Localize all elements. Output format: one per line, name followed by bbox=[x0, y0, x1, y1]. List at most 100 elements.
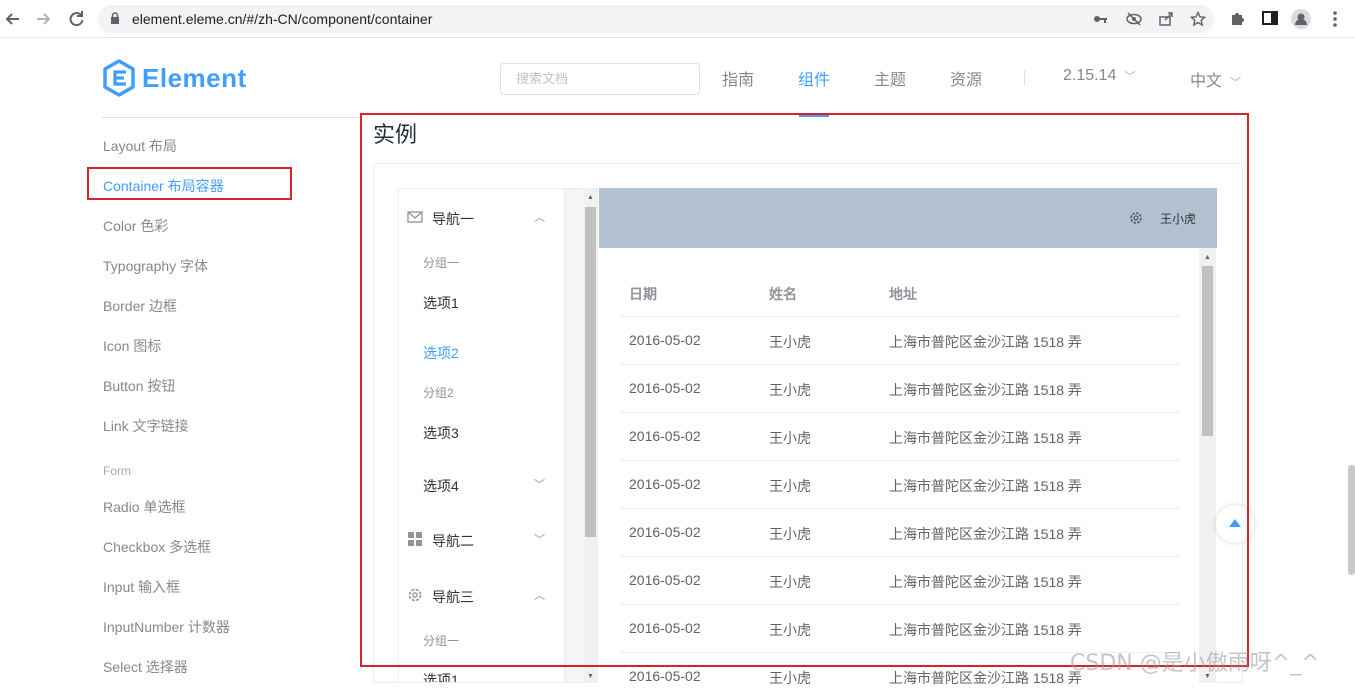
setting-icon bbox=[407, 587, 423, 603]
reload-icon[interactable] bbox=[66, 9, 86, 29]
nav-divider bbox=[1024, 70, 1025, 86]
menu-item-1[interactable]: 选项1 bbox=[423, 293, 459, 313]
demo-header: 王小虎 bbox=[599, 188, 1217, 248]
logo-text: Element bbox=[142, 62, 247, 93]
aside-scroll-thumb[interactable] bbox=[585, 207, 596, 537]
cell-address: 上海市普陀区金沙江路 1518 弄 bbox=[889, 622, 1082, 638]
header-divider bbox=[102, 117, 360, 118]
cell-date: 2016-05-02 bbox=[629, 476, 701, 492]
header-username: 王小虎 bbox=[1160, 212, 1197, 226]
nav-resource[interactable]: 资源 bbox=[950, 66, 982, 90]
scroll-down-icon[interactable]: ▼ bbox=[587, 673, 594, 680]
forward-arrow-icon[interactable] bbox=[33, 9, 53, 29]
share-icon[interactable] bbox=[1158, 11, 1174, 27]
table-divider bbox=[619, 364, 1180, 365]
version-select[interactable]: 2.15.14 ﹀ bbox=[1063, 67, 1135, 85]
demo-main: 日期 姓名 地址 2016-05-02 王小虎 上海市普陀区金沙江路 1518 … bbox=[599, 248, 1217, 686]
cell-date: 2016-05-02 bbox=[629, 668, 701, 684]
cell-date: 2016-05-02 bbox=[629, 620, 701, 636]
menu-item-4-label: 选项4 bbox=[423, 478, 459, 494]
table-divider bbox=[619, 460, 1180, 461]
back-arrow-icon[interactable] bbox=[3, 9, 23, 29]
page-scrollbar[interactable] bbox=[1348, 465, 1355, 575]
cell-date: 2016-05-02 bbox=[629, 380, 701, 396]
menu-item-3[interactable]: 选项3 bbox=[423, 423, 459, 443]
more-icon[interactable] bbox=[1325, 9, 1345, 29]
menu-nav1-label: 导航一 bbox=[432, 211, 474, 227]
search-input[interactable]: 搜索文档 bbox=[500, 63, 700, 95]
sidebar-item-typography[interactable]: Typography 字体 bbox=[103, 256, 208, 276]
menu-group-1: 分组一 bbox=[423, 256, 460, 270]
sidebar-item-color[interactable]: Color 色彩 bbox=[103, 216, 168, 236]
cell-date: 2016-05-02 bbox=[629, 524, 701, 540]
chevron-up-icon: ︿ bbox=[534, 590, 545, 602]
puzzle-icon[interactable] bbox=[1228, 9, 1248, 29]
cell-name: 王小虎 bbox=[769, 526, 811, 542]
language-select[interactable]: 中文 ﹀ bbox=[1190, 67, 1241, 91]
setting-icon[interactable] bbox=[1129, 211, 1143, 225]
element-logo[interactable]: Element bbox=[102, 58, 247, 98]
star-icon[interactable] bbox=[1189, 10, 1207, 27]
lock-icon bbox=[111, 12, 119, 24]
back-to-top-button[interactable] bbox=[1216, 505, 1254, 543]
column-header-name: 姓名 bbox=[769, 286, 797, 302]
key-icon[interactable] bbox=[1092, 11, 1108, 27]
cell-address: 上海市普陀区金沙江路 1518 弄 bbox=[889, 430, 1082, 446]
cell-address: 上海市普陀区金沙江路 1518 弄 bbox=[889, 478, 1082, 494]
menu-item-5[interactable]: 选项1 bbox=[423, 670, 459, 682]
cell-name: 王小虎 bbox=[769, 334, 811, 350]
sidebar-group-form: Form bbox=[103, 464, 131, 478]
sidebar-item-checkbox[interactable]: Checkbox 多选框 bbox=[103, 537, 211, 557]
scroll-up-icon[interactable]: ▲ bbox=[587, 194, 594, 201]
nav-guide[interactable]: 指南 bbox=[722, 66, 754, 90]
sidebar-item-inputnumber[interactable]: InputNumber 计数器 bbox=[103, 617, 230, 637]
active-nav-indicator bbox=[799, 115, 829, 117]
cell-name: 王小虎 bbox=[769, 382, 811, 398]
menu-nav3-label: 导航三 bbox=[432, 589, 474, 605]
chevron-down-icon: ﹀ bbox=[1124, 71, 1136, 83]
cell-date: 2016-05-02 bbox=[629, 572, 701, 588]
menu-grid-icon bbox=[407, 531, 423, 547]
address-bar[interactable]: element.eleme.cn/#/zh-CN/component/conta… bbox=[98, 5, 1214, 33]
menu-group-2: 分组2 bbox=[423, 386, 454, 400]
url-text[interactable]: element.eleme.cn/#/zh-CN/component/conta… bbox=[132, 11, 432, 27]
menu-nav2-label: 导航二 bbox=[432, 533, 474, 549]
table-divider bbox=[619, 604, 1180, 605]
demo-aside: 导航一 ︿ 分组一 选项1 选项2 分组2 选项3 选项4 ﹀ 导航二 ﹀ 导航… bbox=[398, 188, 598, 683]
sidebar-item-button[interactable]: Button 按钮 bbox=[103, 376, 175, 396]
version-label: 2.15.14 bbox=[1063, 67, 1117, 84]
message-icon bbox=[407, 209, 423, 225]
sidebar-icon[interactable] bbox=[1260, 9, 1280, 29]
chevron-down-icon: ﹀ bbox=[1230, 77, 1242, 89]
chevron-up-icon: ︿ bbox=[534, 212, 545, 224]
sidebar-item-layout[interactable]: Layout 布局 bbox=[103, 136, 177, 156]
chevron-down-icon: ﹀ bbox=[534, 479, 545, 491]
sidebar-item-input[interactable]: Input 输入框 bbox=[103, 577, 180, 597]
table-divider bbox=[619, 508, 1180, 509]
table-divider bbox=[619, 316, 1180, 317]
caret-up-icon bbox=[1229, 519, 1241, 527]
watermark: CSDN @是小傲雨呀^_^ bbox=[1070, 651, 1320, 676]
menu-group-3: 分组一 bbox=[423, 634, 460, 648]
table-divider bbox=[619, 556, 1180, 557]
eye-off-icon[interactable] bbox=[1126, 11, 1142, 27]
sidebar-item-icon[interactable]: Icon 图标 bbox=[103, 336, 161, 356]
nav-component[interactable]: 组件 bbox=[798, 66, 830, 90]
cell-name: 王小虎 bbox=[769, 574, 811, 590]
menu-item-2[interactable]: 选项2 bbox=[423, 343, 459, 363]
element-logo-icon bbox=[103, 59, 135, 97]
section-title: 实例 bbox=[373, 122, 418, 147]
browser-toolbar: element.eleme.cn/#/zh-CN/component/conta… bbox=[0, 0, 1355, 38]
scroll-up-icon[interactable]: ▲ bbox=[1204, 254, 1211, 261]
nav-theme[interactable]: 主题 bbox=[874, 66, 906, 90]
sidebar-item-radio[interactable]: Radio 单选框 bbox=[103, 497, 185, 517]
sidebar-item-border[interactable]: Border 边框 bbox=[103, 296, 177, 316]
sidebar-item-link[interactable]: Link 文字链接 bbox=[103, 416, 189, 436]
cell-address: 上海市普陀区金沙江路 1518 弄 bbox=[889, 574, 1082, 590]
cell-name: 王小虎 bbox=[769, 622, 811, 638]
cell-address: 上海市普陀区金沙江路 1518 弄 bbox=[889, 382, 1082, 398]
sidebar-item-select[interactable]: Select 选择器 bbox=[103, 657, 188, 677]
profile-icon[interactable] bbox=[1291, 9, 1311, 29]
cell-name: 王小虎 bbox=[769, 430, 811, 446]
main-scroll-thumb[interactable] bbox=[1202, 266, 1213, 436]
